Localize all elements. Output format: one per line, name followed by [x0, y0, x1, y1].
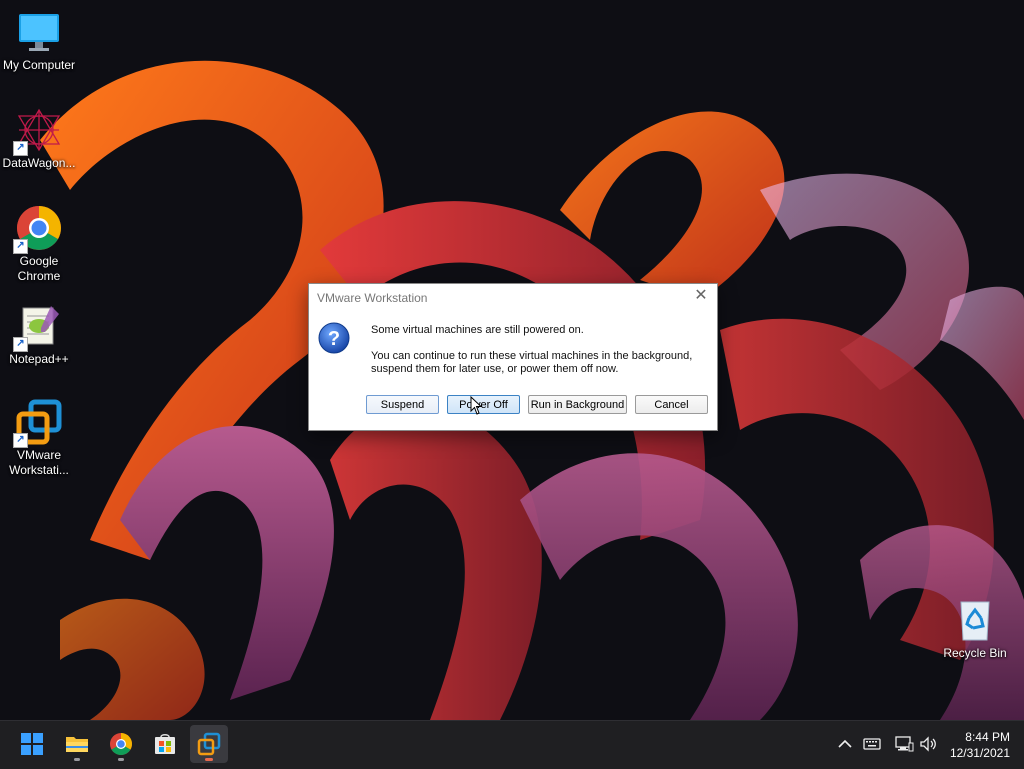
chrome-icon: [110, 733, 132, 755]
desktop-icon-label: DataWagon...: [2, 156, 76, 170]
taskbar-vmware[interactable]: [190, 725, 228, 763]
dialog-title: VMware Workstation: [317, 291, 428, 305]
monitor-icon: [19, 14, 59, 51]
close-button[interactable]: ✕: [693, 288, 709, 304]
run-in-background-button[interactable]: Run in Background: [528, 395, 627, 414]
mouse-cursor-icon: [470, 396, 483, 415]
taskbar-chrome[interactable]: [102, 725, 140, 763]
desktop-icon-google-chrome[interactable]: ↗ Google Chrome: [0, 204, 78, 284]
network-icon: [895, 736, 914, 752]
dialog-message-secondary: You can continue to run these virtual ma…: [371, 350, 693, 375]
shortcut-arrow-icon: ↗: [13, 239, 28, 254]
desktop-icon-label: VMware Workstati...: [9, 448, 69, 477]
show-hidden-icons-button[interactable]: [835, 734, 855, 754]
volume-button[interactable]: [918, 734, 938, 754]
desktop-icon-my-computer[interactable]: My Computer: [0, 8, 78, 73]
start-button[interactable]: [13, 725, 51, 763]
taskbar: 8:44 PM 12/31/2021: [0, 720, 1024, 769]
vmware-exit-dialog: VMware Workstation ✕ ? Some virtual mach…: [308, 283, 718, 431]
desktop-icon-label: Google Chrome: [17, 254, 61, 283]
desktop-icon-notepadpp[interactable]: ↗ Notepad++: [0, 302, 78, 367]
taskbar-file-explorer[interactable]: [58, 725, 96, 763]
desktop-icon-label: My Computer: [2, 58, 76, 72]
volume-icon: [920, 736, 936, 752]
desktop-icon-label: Notepad++: [9, 352, 69, 366]
keyboard-layout-button[interactable]: [862, 734, 882, 754]
store-icon: [155, 734, 175, 754]
desktop-icon-vmware[interactable]: ↗ VMware Workstati...: [0, 398, 78, 478]
question-icon: ?: [318, 322, 350, 354]
keyboard-icon: [863, 738, 881, 750]
chevron-up-icon: [838, 739, 852, 748]
file-explorer-icon: [66, 737, 88, 752]
desktop-icon-recycle-bin[interactable]: Recycle Bin: [936, 596, 1014, 661]
clock[interactable]: 8:44 PM 12/31/2021: [940, 729, 1010, 761]
dialog-message-primary: Some virtual machines are still powered …: [371, 324, 584, 336]
desktop-icon-datawagon[interactable]: ↗ DataWagon...: [0, 106, 78, 171]
clock-date: 12/31/2021: [949, 746, 1010, 760]
recycle-bin-icon: [960, 601, 990, 641]
running-indicator: [205, 758, 213, 761]
clock-time: 8:44 PM: [965, 730, 1010, 744]
vmware-icon: [197, 732, 221, 756]
running-indicator: [74, 758, 80, 761]
desktop-icon-label: Recycle Bin: [943, 646, 1007, 660]
network-button[interactable]: [894, 734, 914, 754]
svg-text:?: ?: [328, 328, 340, 350]
taskbar-store[interactable]: [146, 725, 184, 763]
shortcut-arrow-icon: ↗: [13, 141, 28, 156]
shortcut-arrow-icon: ↗: [13, 433, 28, 448]
start-icon: [21, 733, 43, 755]
shortcut-arrow-icon: ↗: [13, 337, 28, 352]
suspend-button[interactable]: Suspend: [366, 395, 439, 414]
cancel-button[interactable]: Cancel: [635, 395, 708, 414]
running-indicator: [118, 758, 124, 761]
